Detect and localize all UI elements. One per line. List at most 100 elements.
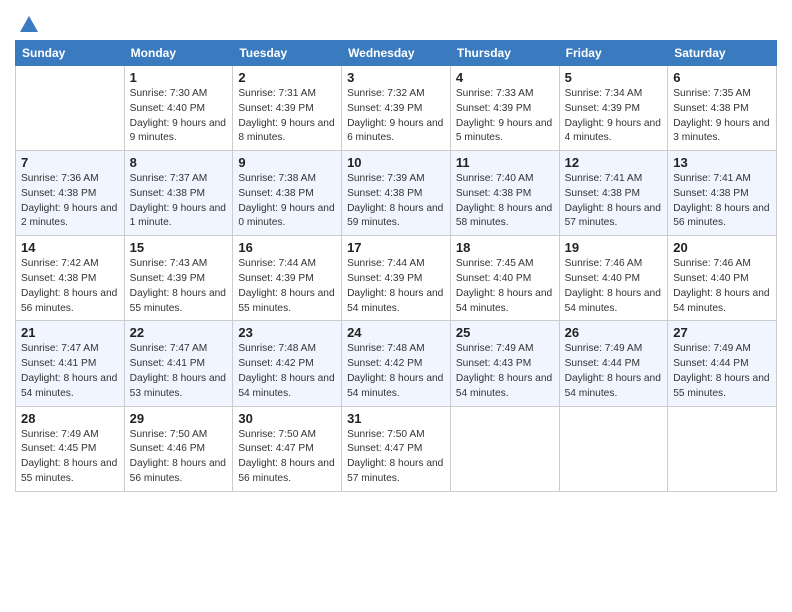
day-info: Sunrise: 7:44 AMSunset: 4:39 PMDaylight:… (238, 258, 334, 313)
day-number: 16 (238, 240, 336, 255)
day-info: Sunrise: 7:49 AMSunset: 4:44 PMDaylight:… (673, 343, 769, 398)
day-info: Sunrise: 7:49 AMSunset: 4:43 PMDaylight:… (456, 343, 552, 398)
calendar-cell: 23Sunrise: 7:48 AMSunset: 4:42 PMDayligh… (233, 321, 342, 406)
day-info: Sunrise: 7:49 AMSunset: 4:45 PMDaylight:… (21, 429, 117, 484)
calendar-cell: 11 Sunrise: 7:40 AMSunset: 4:38 PMDayligh… (450, 151, 559, 236)
calendar-cell: 17 Sunrise: 7:44 AMSunset: 4:39 PMDayligh… (342, 236, 451, 321)
day-number: 12 (565, 155, 663, 170)
calendar-cell: 3 Sunrise: 7:32 AMSunset: 4:39 PMDaylight… (342, 66, 451, 151)
logo-general (15, 14, 40, 36)
day-number: 15 (130, 240, 228, 255)
page-header (15, 10, 777, 36)
day-info: Sunrise: 7:36 AMSunset: 4:38 PMDaylight:… (21, 173, 117, 228)
day-number: 30 (238, 411, 336, 426)
calendar-cell: 2 Sunrise: 7:31 AMSunset: 4:39 PMDaylight… (233, 66, 342, 151)
weekday-header-monday: Monday (124, 41, 233, 66)
calendar-cell: 25 Sunrise: 7:49 AMSunset: 4:43 PMDayligh… (450, 321, 559, 406)
calendar-cell: 13 Sunrise: 7:41 AMSunset: 4:38 PMDayligh… (668, 151, 777, 236)
calendar-cell: 9 Sunrise: 7:38 AMSunset: 4:38 PMDaylight… (233, 151, 342, 236)
day-number: 19 (565, 240, 663, 255)
day-number: 8 (130, 155, 228, 170)
day-info: Sunrise: 7:38 AMSunset: 4:38 PMDaylight:… (238, 173, 334, 228)
day-number: 24 (347, 325, 445, 340)
calendar-cell: 19 Sunrise: 7:46 AMSunset: 4:40 PMDayligh… (559, 236, 668, 321)
calendar-cell: 30 Sunrise: 7:50 AMSunset: 4:47 PMDayligh… (233, 406, 342, 491)
day-info: Sunrise: 7:30 AMSunset: 4:40 PMDaylight:… (130, 88, 226, 143)
weekday-header-saturday: Saturday (668, 41, 777, 66)
day-number: 20 (673, 240, 771, 255)
day-info: Sunrise: 7:45 AMSunset: 4:40 PMDaylight:… (456, 258, 552, 313)
calendar-cell: 27 Sunrise: 7:49 AMSunset: 4:44 PMDayligh… (668, 321, 777, 406)
day-number: 26 (565, 325, 663, 340)
calendar-cell (668, 406, 777, 491)
day-number: 23 (238, 325, 336, 340)
day-info: Sunrise: 7:49 AMSunset: 4:44 PMDaylight:… (565, 343, 661, 398)
calendar-cell: 4 Sunrise: 7:33 AMSunset: 4:39 PMDaylight… (450, 66, 559, 151)
day-number: 21 (21, 325, 119, 340)
day-number: 13 (673, 155, 771, 170)
weekday-header-friday: Friday (559, 41, 668, 66)
day-number: 17 (347, 240, 445, 255)
calendar-cell: 21 Sunrise: 7:47 AMSunset: 4:41 PMDayligh… (16, 321, 125, 406)
calendar-cell: 1 Sunrise: 7:30 AMSunset: 4:40 PMDaylight… (124, 66, 233, 151)
calendar-cell: 31Sunrise: 7:50 AMSunset: 4:47 PMDayligh… (342, 406, 451, 491)
day-number: 29 (130, 411, 228, 426)
day-info: Sunrise: 7:44 AMSunset: 4:39 PMDaylight:… (347, 258, 443, 313)
day-info: Sunrise: 7:34 AMSunset: 4:39 PMDaylight:… (565, 88, 661, 143)
day-info: Sunrise: 7:35 AMSunset: 4:38 PMDaylight:… (673, 88, 769, 143)
day-number: 4 (456, 70, 554, 85)
weekday-header-sunday: Sunday (16, 41, 125, 66)
calendar-cell: 8 Sunrise: 7:37 AMSunset: 4:38 PMDaylight… (124, 151, 233, 236)
calendar-cell: 10 Sunrise: 7:39 AMSunset: 4:38 PMDayligh… (342, 151, 451, 236)
day-info: Sunrise: 7:47 AMSunset: 4:41 PMDaylight:… (21, 343, 117, 398)
day-number: 2 (238, 70, 336, 85)
day-info: Sunrise: 7:31 AMSunset: 4:39 PMDaylight:… (238, 88, 334, 143)
day-number: 10 (347, 155, 445, 170)
day-info: Sunrise: 7:40 AMSunset: 4:38 PMDaylight:… (456, 173, 552, 228)
calendar-cell (16, 66, 125, 151)
calendar-table: SundayMondayTuesdayWednesdayThursdayFrid… (15, 40, 777, 492)
calendar-cell (559, 406, 668, 491)
calendar-week-1: 1 Sunrise: 7:30 AMSunset: 4:40 PMDaylight… (16, 66, 777, 151)
day-number: 11 (456, 155, 554, 170)
day-number: 18 (456, 240, 554, 255)
day-info: Sunrise: 7:41 AMSunset: 4:38 PMDaylight:… (673, 173, 769, 228)
day-number: 6 (673, 70, 771, 85)
day-info: Sunrise: 7:37 AMSunset: 4:38 PMDaylight:… (130, 173, 226, 228)
calendar-week-3: 14 Sunrise: 7:42 AMSunset: 4:38 PMDayligh… (16, 236, 777, 321)
day-number: 27 (673, 325, 771, 340)
day-info: Sunrise: 7:33 AMSunset: 4:39 PMDaylight:… (456, 88, 552, 143)
day-number: 22 (130, 325, 228, 340)
calendar-header-row: SundayMondayTuesdayWednesdayThursdayFrid… (16, 41, 777, 66)
day-info: Sunrise: 7:43 AMSunset: 4:39 PMDaylight:… (130, 258, 226, 313)
day-number: 25 (456, 325, 554, 340)
day-info: Sunrise: 7:50 AMSunset: 4:47 PMDaylight:… (238, 429, 334, 484)
calendar-cell: 5 Sunrise: 7:34 AMSunset: 4:39 PMDaylight… (559, 66, 668, 151)
day-info: Sunrise: 7:46 AMSunset: 4:40 PMDaylight:… (565, 258, 661, 313)
day-number: 9 (238, 155, 336, 170)
logo (15, 14, 40, 36)
day-info: Sunrise: 7:41 AMSunset: 4:38 PMDaylight:… (565, 173, 661, 228)
day-number: 3 (347, 70, 445, 85)
day-info: Sunrise: 7:39 AMSunset: 4:38 PMDaylight:… (347, 173, 443, 228)
weekday-header-thursday: Thursday (450, 41, 559, 66)
calendar-week-2: 7Sunrise: 7:36 AMSunset: 4:38 PMDaylight… (16, 151, 777, 236)
calendar-cell: 26 Sunrise: 7:49 AMSunset: 4:44 PMDayligh… (559, 321, 668, 406)
day-info: Sunrise: 7:50 AMSunset: 4:46 PMDaylight:… (130, 429, 226, 484)
calendar-cell: 18 Sunrise: 7:45 AMSunset: 4:40 PMDayligh… (450, 236, 559, 321)
calendar-cell: 16 Sunrise: 7:44 AMSunset: 4:39 PMDayligh… (233, 236, 342, 321)
day-number: 14 (21, 240, 119, 255)
calendar-cell: 14 Sunrise: 7:42 AMSunset: 4:38 PMDayligh… (16, 236, 125, 321)
day-info: Sunrise: 7:32 AMSunset: 4:39 PMDaylight:… (347, 88, 443, 143)
day-info: Sunrise: 7:47 AMSunset: 4:41 PMDaylight:… (130, 343, 226, 398)
day-info: Sunrise: 7:48 AMSunset: 4:42 PMDaylight:… (347, 343, 443, 398)
calendar-cell: 28 Sunrise: 7:49 AMSunset: 4:45 PMDayligh… (16, 406, 125, 491)
calendar-cell: 7Sunrise: 7:36 AMSunset: 4:38 PMDaylight… (16, 151, 125, 236)
calendar-cell: 22 Sunrise: 7:47 AMSunset: 4:41 PMDayligh… (124, 321, 233, 406)
day-number: 28 (21, 411, 119, 426)
calendar-cell: 24 Sunrise: 7:48 AMSunset: 4:42 PMDayligh… (342, 321, 451, 406)
day-number: 31 (347, 411, 445, 426)
day-info: Sunrise: 7:42 AMSunset: 4:38 PMDaylight:… (21, 258, 117, 313)
day-number: 5 (565, 70, 663, 85)
day-number: 1 (130, 70, 228, 85)
